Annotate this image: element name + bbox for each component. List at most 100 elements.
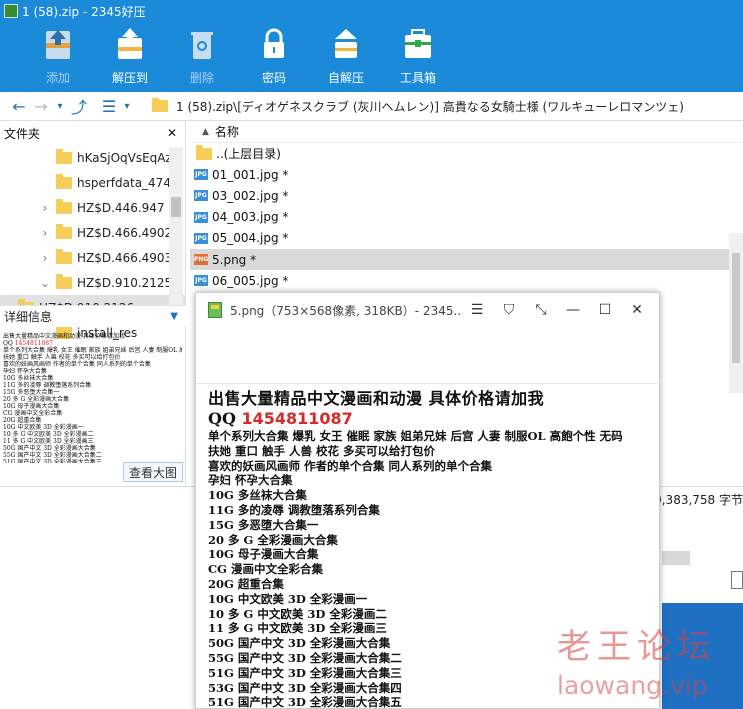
file-row[interactable]: JPG 03_002.jpg * xyxy=(190,185,743,206)
folder-icon xyxy=(56,223,72,239)
image-text-line: 单个系列大合集 爆乳 女王 催眠 家族 姐弟兄妹 后宫 人妻 制服OL 高飽个性… xyxy=(208,429,623,443)
delete-label: 删除 xyxy=(189,71,214,85)
thumbnail-text-line: 10G 多丝袜大合集 xyxy=(3,375,54,382)
tree-item[interactable]: hsperfdata_4749 xyxy=(0,170,185,195)
image-preview-thumbnail: 出售大量精品中文漫画和动漫 具体价格请加我 QQ 1454811087 单个系列大合… xyxy=(0,331,182,463)
image-text-line: 喜欢的妖画风画师 作者的单个合集 同人系列的单个合集 xyxy=(208,458,493,473)
tree-item[interactable]: ⌄ HZ$D.910.2125 xyxy=(0,270,185,295)
folder-icon xyxy=(56,248,72,264)
png-file-icon: PNG xyxy=(194,254,209,266)
thumbnail-text-line: 扶她 重口 触手 人兽 校花 多买可以给打包价 xyxy=(3,354,121,361)
address-bar: ← → ▾ ⤴ ☰ ▾ 1 (58).zip\[ディオゲネスクラブ (灰川ヘムレ… xyxy=(0,92,743,121)
file-row[interactable]: JPG 01_001.jpg * xyxy=(190,164,743,185)
tree-item[interactable]: › HZ$D.446.947 xyxy=(0,195,185,220)
viewer-title: 5.png（753×568像素, 318KB）- 2345... xyxy=(230,303,461,318)
extract-to-label: 解压到 xyxy=(111,71,148,85)
toolbox-icon xyxy=(405,29,431,58)
file-row[interactable]: JPG 05_004.jpg * xyxy=(190,228,743,249)
folder-pane-title: 文件夹 xyxy=(4,126,41,141)
toolbox-button[interactable]: 工具箱 xyxy=(382,22,454,86)
name-column-header[interactable]: ▲ 名称 xyxy=(190,121,743,143)
extract-icon xyxy=(118,28,142,59)
file-list-scrollbar[interactable] xyxy=(729,233,743,393)
tree-item-label: hsperfdata_4749 xyxy=(77,175,179,190)
file-row[interactable]: JPG 06_005.jpg * xyxy=(190,270,743,291)
details-header: 详细信息 ▼ xyxy=(0,305,186,327)
view-large-button[interactable]: 查看大图 xyxy=(123,462,183,482)
image-file-icon xyxy=(208,302,222,318)
close-icon[interactable]: ✕ xyxy=(167,126,177,140)
thumbnail-text-line: 11 多 G 中文欧美 3D 全彩漫画三 xyxy=(3,438,94,445)
toolbar: 添加 解压到 删除 密码 自解压 工具箱 xyxy=(0,22,743,92)
view-list-icon[interactable]: ☰ xyxy=(98,97,120,116)
maximize-icon[interactable]: ☐ xyxy=(589,302,621,318)
view-dropdown-icon[interactable]: ▾ xyxy=(120,101,134,112)
self-extract-button[interactable]: 自解压 xyxy=(310,22,382,86)
file-name: 5.png * xyxy=(212,252,257,267)
file-name: 01_001.jpg * xyxy=(212,167,289,182)
menu-icon[interactable]: ☰ xyxy=(461,302,493,318)
self-extract-label: 自解压 xyxy=(327,71,364,85)
add-label: 添加 xyxy=(45,71,70,85)
jpg-file-icon: JPG xyxy=(194,232,208,244)
history-dropdown-icon[interactable]: ▾ xyxy=(52,101,68,112)
thumbnail-text-line: 20G 超重合集 xyxy=(3,417,42,424)
forward-arrow-icon[interactable]: → xyxy=(30,97,52,116)
sort-up-icon: ▲ xyxy=(202,126,209,137)
title-bar: 1 (58).zip - 2345好压 xyxy=(0,0,743,22)
close-icon[interactable]: ✕ xyxy=(621,302,653,318)
shirt-icon[interactable]: ⛉ xyxy=(493,302,525,318)
thumbnail-text-line: 20 多 G 全彩漫画大合集 xyxy=(3,396,70,403)
add-button[interactable]: 添加 xyxy=(22,22,94,86)
watermark-chinese: 老王论坛 xyxy=(557,627,717,667)
background-element xyxy=(662,551,690,565)
expand-chevron-icon[interactable]: › xyxy=(38,226,52,240)
file-name: 03_002.jpg * xyxy=(212,188,289,203)
viewer-title-bar: 5.png（753×568像素, 318KB）- 2345... ☰ ⛉ ⤡ —… xyxy=(196,293,659,327)
address-text: 1 (58).zip\[ディオゲネスクラブ (灰川ヘムレン)] 高貴なる女騎士様… xyxy=(176,99,684,114)
tree-item[interactable]: hKaSjOqVsEqAz xyxy=(0,145,185,170)
password-button[interactable]: 密码 xyxy=(238,22,310,86)
tree-scrollbar[interactable] xyxy=(169,147,183,307)
minimize-icon[interactable]: — xyxy=(557,302,589,318)
tree-item[interactable]: › HZ$D.466.4903 xyxy=(0,245,185,270)
tree-item[interactable]: › HZ$D.466.4902 xyxy=(0,220,185,245)
image-text-line: 20G 超重合集 xyxy=(208,576,284,591)
thumbnail-text-line: QQ 1454811087 xyxy=(3,340,53,347)
address-path[interactable]: 1 (58).zip\[ディオゲネスクラブ (灰川ヘムレン)] 高貴なる女騎士様… xyxy=(152,97,684,115)
file-row[interactable]: JPG 04_003.jpg * xyxy=(190,207,743,228)
thumbnail-text-line: 15G 多恶堕大合集一 xyxy=(3,389,60,396)
file-row[interactable]: ..(上层目录) xyxy=(190,143,743,164)
thumbnail-text-line: CG 漫画中文全彩合集 xyxy=(3,410,63,417)
delete-button[interactable]: 删除 xyxy=(166,22,238,86)
password-label: 密码 xyxy=(261,71,286,85)
image-text-line: 扶她 重口 触手 人兽 校花 多买可以给打包价 xyxy=(208,443,436,458)
file-name: ..(上层目录) xyxy=(216,147,281,162)
back-arrow-icon[interactable]: ← xyxy=(8,97,30,116)
expand-chevron-icon[interactable]: › xyxy=(38,251,52,265)
thumbnail-text-line: 11G 多的凌辱 调教堕落系列合集 xyxy=(3,382,92,389)
thumbnail-text-line: 10 多 G 中文欧美 3D 全彩漫画二 xyxy=(3,431,94,438)
thumbnail-text-line: 喜欢的妖画风画师 作者的单个合集 同人系列的单个合集 xyxy=(3,361,151,368)
expand-chevron-icon[interactable]: ⌄ xyxy=(38,276,52,290)
window-title: 1 (58).zip - 2345好压 xyxy=(22,4,146,19)
file-row[interactable]: PNG 5.png * xyxy=(190,248,743,271)
extract-to-button[interactable]: 解压到 xyxy=(94,22,166,86)
up-folder-icon[interactable]: ⤴ xyxy=(68,94,90,118)
image-text-line: 11G 多的凌辱 调教堕落系列合集 xyxy=(208,502,380,517)
image-text-line: 孕妇 怀孕大合集 xyxy=(208,473,293,488)
image-text-line: 15G 多恶堕大合集一 xyxy=(208,517,319,532)
folder-icon xyxy=(56,173,72,189)
tree-item-label: HZ$D.446.947 xyxy=(77,200,165,215)
image-text-line: 10G 中文欧美 3D 全彩漫画一 xyxy=(208,591,368,606)
jpg-file-icon: JPG xyxy=(194,169,208,181)
image-headline: 出售大量精品中文漫画和动漫 具体价格请加我 xyxy=(208,389,545,408)
file-name: 06_005.jpg * xyxy=(212,273,289,288)
file-name: 04_003.jpg * xyxy=(212,210,289,225)
collapse-chevron-icon[interactable]: ▼ xyxy=(170,311,178,322)
expand-chevron-icon[interactable]: › xyxy=(38,201,52,215)
tree-item-label: hKaSjOqVsEqAz xyxy=(77,150,172,165)
image-text-line: 20 多 G 全彩漫画大合集 xyxy=(208,532,338,547)
jpg-file-icon: JPG xyxy=(194,275,208,287)
fit-screen-icon[interactable]: ⤡ xyxy=(525,302,557,318)
